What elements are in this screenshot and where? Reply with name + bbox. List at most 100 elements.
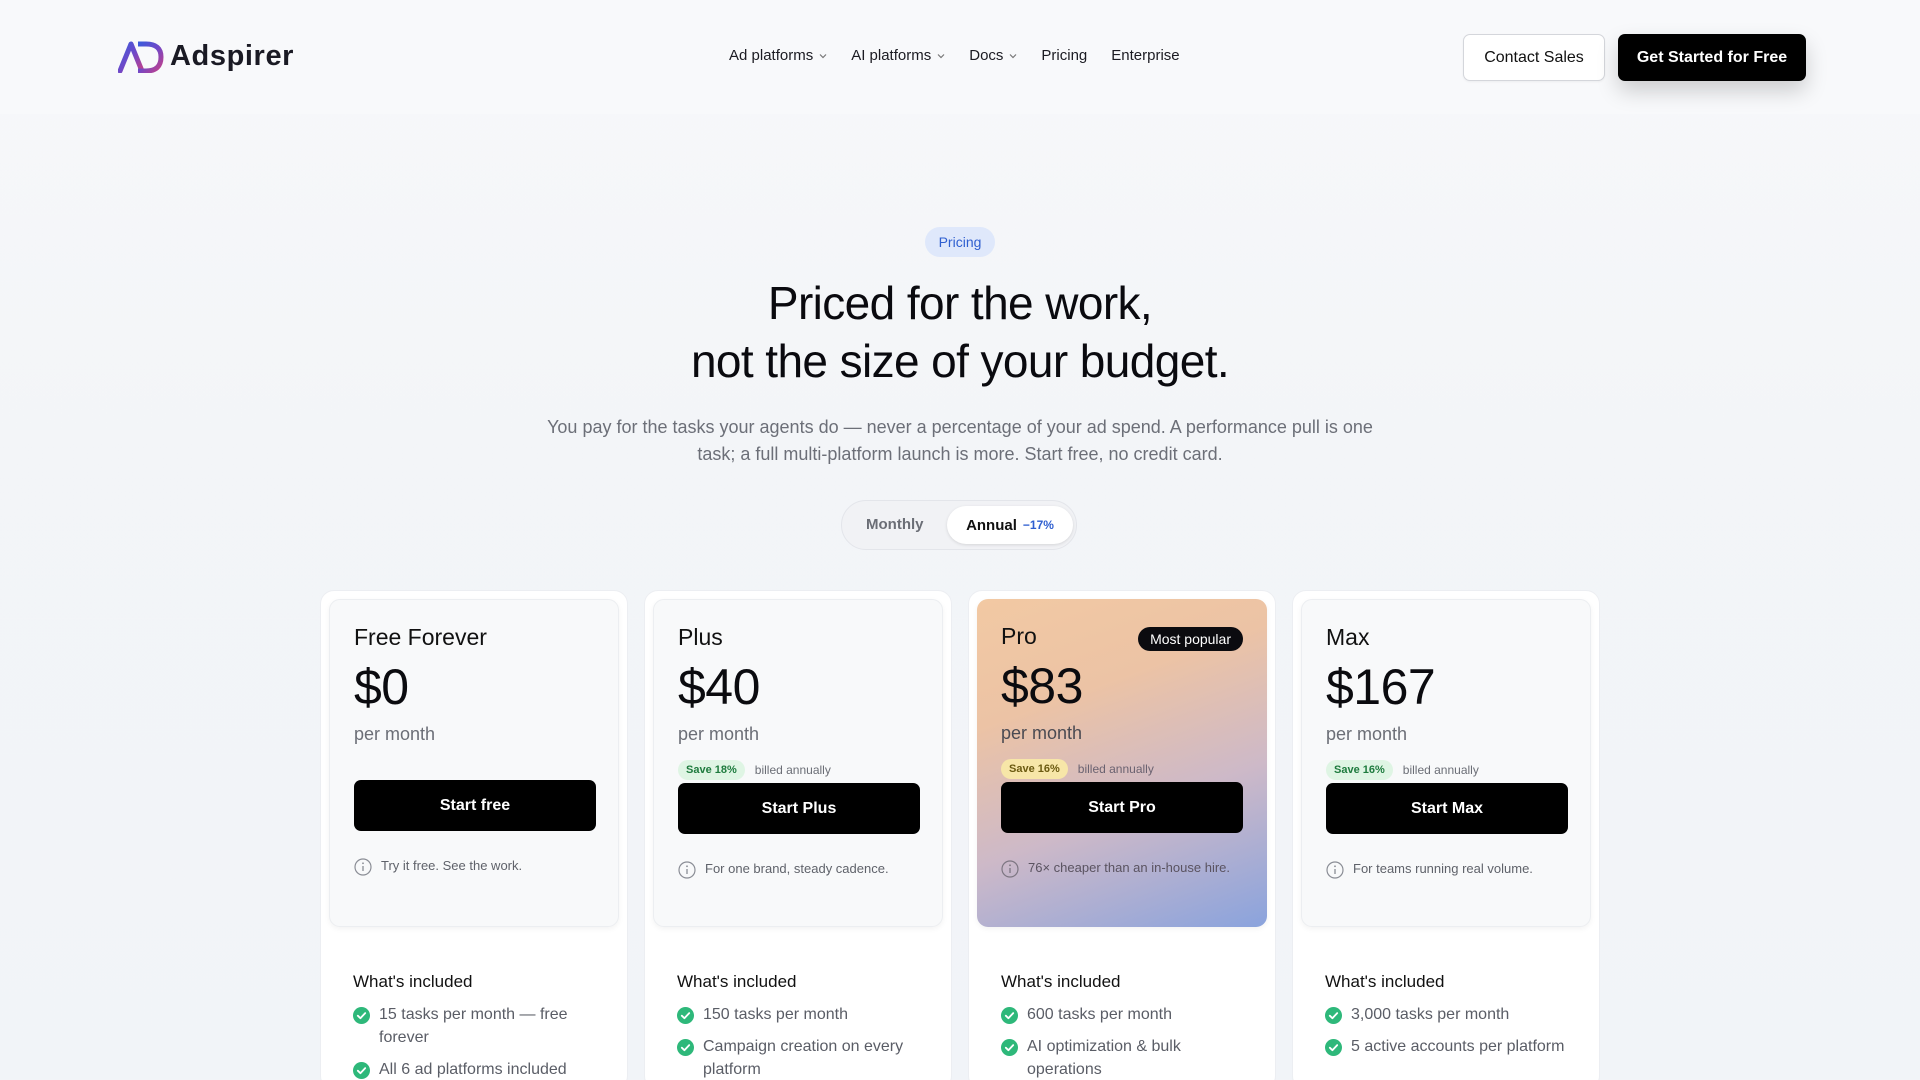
plan-header: Max $167 per month Save 16% billed annua… <box>1301 599 1591 927</box>
feature-item: 600 tasks per month <box>1001 1003 1251 1026</box>
page-title: Priced for the work, not the size of you… <box>460 274 1460 390</box>
feature-text: Campaign creation on every platform <box>703 1038 904 1078</box>
included-title: What's included <box>353 972 473 991</box>
save-row: Save 16% billed annually <box>1326 760 1479 780</box>
included-title: What's included <box>1325 972 1445 991</box>
most-popular-badge: Most popular <box>1138 627 1243 651</box>
logo[interactable]: Adspirer <box>118 40 294 73</box>
nav-ai-platforms[interactable]: AI platforms <box>851 47 945 64</box>
start-free-button[interactable]: Start free <box>354 780 596 831</box>
start-max-button[interactable]: Start Max <box>1326 783 1568 834</box>
plan-note: Try it free. See the work. <box>354 857 604 876</box>
included-title: What's included <box>1001 972 1121 991</box>
start-pro-button[interactable]: Start Pro <box>1001 782 1243 833</box>
plan-name: Max <box>1326 624 1370 650</box>
plan-card-pro: Pro Most popular $83 per month Save 16% … <box>968 590 1276 1080</box>
adspirer-logo-icon <box>118 41 164 73</box>
nav-label: AI platforms <box>851 47 932 64</box>
annual-discount-badge: −17% <box>1022 518 1054 532</box>
start-plus-button[interactable]: Start Plus <box>678 783 920 834</box>
check-circle-icon <box>1325 1039 1342 1056</box>
plan-price: $0 <box>354 659 409 715</box>
save-row: Save 18% billed annually <box>678 760 831 780</box>
plan-note: 76× cheaper than an in-house hire. <box>1001 859 1231 878</box>
billed-annually-text: billed annually <box>754 763 831 777</box>
plan-period: per month <box>678 724 760 744</box>
check-circle-icon <box>677 1039 694 1056</box>
plan-header: Pro Most popular $83 per month Save 16% … <box>977 599 1267 927</box>
info-icon <box>678 861 696 879</box>
feature-item: All 6 ad platforms included <box>353 1058 603 1080</box>
feature-item: 5 active accounts per platform <box>1325 1035 1575 1058</box>
plan-price: $83 <box>1001 658 1083 714</box>
save-badge: Save 18% <box>678 760 745 780</box>
nav-docs[interactable]: Docs <box>969 47 1017 64</box>
site-header: Adspirer Ad platforms AI platforms Docs … <box>0 0 1920 114</box>
plan-note-text: Try it free. See the work. <box>381 858 523 873</box>
chevron-down-icon <box>819 53 827 58</box>
chevron-down-icon <box>1009 53 1017 58</box>
feature-item: AI optimization & bulk operations <box>1001 1035 1251 1080</box>
plan-card-free: Free Forever $0 per month Start free Try… <box>320 590 628 1080</box>
plan-note-text: For one brand, steady cadence. <box>705 861 889 876</box>
billing-toggle: Monthly Annual −17% <box>841 500 1077 550</box>
plan-note-text: 76× cheaper than an in-house hire. <box>1028 860 1231 875</box>
get-started-button[interactable]: Get Started for Free <box>1618 34 1806 81</box>
page-subtitle: You pay for the tasks your agents do — n… <box>547 417 1373 464</box>
feature-item: 15 tasks per month — free forever <box>353 1003 603 1049</box>
feature-text: 150 tasks per month <box>703 1006 848 1023</box>
title-line-1: Priced for the work, <box>767 277 1153 329</box>
feature-text: All 6 ad platforms included <box>379 1061 567 1078</box>
plan-header: Plus $40 per month Save 18% billed annua… <box>653 599 943 927</box>
nav-pricing[interactable]: Pricing <box>1041 47 1087 64</box>
info-icon <box>354 858 372 876</box>
feature-text: 15 tasks per month — free forever <box>379 1006 568 1046</box>
plan-note-text: For teams running real volume. <box>1353 861 1533 876</box>
plan-period: per month <box>1326 724 1408 744</box>
feature-text: AI optimization & bulk operations <box>1027 1038 1181 1078</box>
billed-annually-text: billed annually <box>1077 762 1154 776</box>
feature-item: Campaign creation on every platform <box>677 1035 927 1080</box>
plan-card-max: Max $167 per month Save 16% billed annua… <box>1292 590 1600 1080</box>
check-circle-icon <box>353 1062 370 1079</box>
title-line-2: not the size of your budget. <box>690 335 1230 387</box>
plan-header: Free Forever $0 per month Start free Try… <box>329 599 619 927</box>
plan-note: For one brand, steady cadence. <box>678 860 928 879</box>
plan-card-plus: Plus $40 per month Save 18% billed annua… <box>644 590 952 1080</box>
plan-period: per month <box>1001 723 1083 743</box>
feature-text: 5 active accounts per platform <box>1351 1038 1565 1055</box>
plan-period: per month <box>354 724 436 744</box>
feature-text: 600 tasks per month <box>1027 1006 1172 1023</box>
check-circle-icon <box>1325 1007 1342 1024</box>
info-icon <box>1001 860 1019 878</box>
feature-list: 600 tasks per month AI optimization & bu… <box>1001 1003 1251 1080</box>
feature-list: 3,000 tasks per month 5 active accounts … <box>1325 1003 1575 1067</box>
plan-name: Plus <box>678 624 723 650</box>
toggle-annual[interactable]: Annual −17% <box>947 506 1073 544</box>
plan-note: For teams running real volume. <box>1326 860 1576 879</box>
info-icon <box>1326 861 1344 879</box>
logo-text: Adspirer <box>170 40 295 72</box>
save-badge: Save 16% <box>1001 759 1068 779</box>
included-title: What's included <box>677 972 797 991</box>
nav-ad-platforms[interactable]: Ad platforms <box>729 47 827 64</box>
plan-name: Free Forever <box>354 624 487 650</box>
feature-text: 3,000 tasks per month <box>1351 1006 1510 1023</box>
plan-price: $40 <box>678 659 760 715</box>
save-row: Save 16% billed annually <box>1001 759 1154 779</box>
feature-item: 150 tasks per month <box>677 1003 927 1026</box>
feature-item: 3,000 tasks per month <box>1325 1003 1575 1026</box>
check-circle-icon <box>677 1007 694 1024</box>
feature-list: 15 tasks per month — free forever All 6 … <box>353 1003 603 1080</box>
toggle-annual-label: Annual <box>966 516 1017 534</box>
plan-price: $167 <box>1326 659 1436 715</box>
toggle-monthly[interactable]: Monthly <box>866 516 924 533</box>
save-badge: Save 16% <box>1326 760 1393 780</box>
plan-name: Pro <box>1001 623 1037 649</box>
contact-sales-button[interactable]: Contact Sales <box>1463 34 1605 81</box>
nav-label: Docs <box>969 47 1004 64</box>
check-circle-icon <box>1001 1007 1018 1024</box>
nav-enterprise[interactable]: Enterprise <box>1111 47 1179 64</box>
chevron-down-icon <box>937 53 945 58</box>
pricing-badge: Pricing <box>925 227 995 257</box>
